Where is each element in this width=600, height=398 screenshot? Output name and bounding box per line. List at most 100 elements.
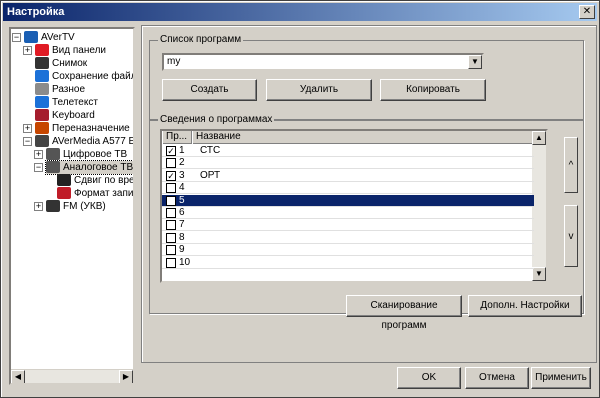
tree-item[interactable]: AVerMedia A577 Expr — [35, 135, 135, 148]
program-row[interactable]: 2 — [162, 157, 534, 170]
program-row[interactable]: 8 — [162, 232, 534, 244]
program-name: СТС — [200, 145, 221, 156]
program-row[interactable]: 10 — [162, 257, 534, 269]
tree-item[interactable]: Формат запи — [57, 187, 133, 200]
ok-button[interactable]: OK — [397, 367, 461, 389]
analog-tv-icon — [46, 161, 60, 174]
program-checkbox[interactable] — [166, 257, 176, 268]
tree-expander-icon[interactable]: + — [23, 46, 32, 55]
grid-header: Пр... Название — [162, 131, 534, 144]
settings-tree: − AVerTV + Вид панели Снимок Сохранение файло… — [9, 27, 135, 385]
tree-item-label: AVerMedia A577 Expr — [52, 136, 135, 147]
tree-expander-icon[interactable]: + — [34, 202, 43, 211]
tree-expander-icon[interactable]: + — [23, 124, 32, 133]
tree-item-label: Телетекст — [52, 97, 98, 108]
teletext-icon — [35, 96, 49, 109]
program-list-value: my — [167, 56, 181, 67]
program-info-legend: Сведения о программах — [158, 114, 275, 125]
program-number: 2 — [179, 157, 185, 169]
program-row[interactable]: 4 — [162, 182, 534, 195]
tree-item[interactable]: Аналоговое ТВ — [44, 160, 134, 175]
tree-item-label: Аналоговое ТВ — [63, 162, 134, 173]
program-row[interactable]: 5 — [162, 194, 534, 207]
tree-item-label: Цифровое ТВ — [63, 149, 128, 160]
program-checkbox[interactable] — [166, 245, 176, 256]
scroll-up-icon[interactable]: ▲ — [532, 131, 546, 145]
chevron-down-icon[interactable]: ▼ — [468, 55, 482, 69]
program-name: ОРТ — [200, 169, 221, 181]
tree-item-label: FM (УКВ) — [63, 201, 106, 212]
program-checkbox[interactable]: ✓ — [166, 170, 176, 181]
tree-item[interactable]: Keyboard — [35, 109, 95, 122]
program-number: 6 — [179, 207, 185, 218]
tree-expander-icon[interactable]: − — [23, 137, 32, 146]
tree-item-label: Keyboard — [52, 110, 95, 121]
tree-item-label: Переназначение пул — [52, 123, 133, 134]
scroll-down-icon[interactable]: ▼ — [532, 267, 546, 281]
program-row[interactable]: 6 — [162, 207, 534, 219]
settings-window: Настройка ✕ − AVerTV + Вид панели Снимок Сохр… — [0, 0, 600, 398]
tree-item[interactable]: Вид панели — [35, 44, 106, 57]
apply-button[interactable]: Применить — [531, 367, 591, 389]
title-bar: Настройка ✕ — [3, 3, 597, 21]
tree-item-label: Сохранение файлов — [52, 71, 133, 82]
program-row[interactable]: ✓ 3 ОРТ — [162, 170, 534, 182]
tv-icon — [24, 31, 38, 44]
keyboard-icon — [35, 109, 49, 122]
tree-item[interactable]: Разное — [35, 83, 85, 96]
program-checkbox[interactable] — [166, 208, 176, 218]
tree-item[interactable]: Цифровое ТВ — [46, 148, 127, 161]
remote-icon — [35, 122, 49, 135]
cancel-button[interactable]: Отмена — [465, 367, 529, 389]
scan-programs-button[interactable]: Сканирование программ — [346, 295, 462, 331]
tree-expander-icon[interactable]: − — [12, 33, 21, 42]
tree-item[interactable]: Снимок — [35, 57, 87, 70]
close-icon[interactable]: ✕ — [579, 5, 595, 19]
tree-item[interactable]: Телетекст — [35, 96, 98, 109]
move-up-button[interactable]: ^ — [564, 137, 578, 193]
program-number: 8 — [179, 231, 185, 243]
program-row[interactable]: ✓ 1 СТС — [162, 145, 534, 157]
program-list-group: Список программ my ▼ Создать Удалить Коп… — [149, 34, 584, 120]
program-info-group: Сведения о программах Пр... Название ▲ ▼… — [149, 114, 584, 331]
tree-expander-icon[interactable]: − — [34, 163, 43, 172]
program-row[interactable]: 7 — [162, 219, 534, 232]
move-down-button[interactable]: v — [564, 205, 578, 267]
program-grid: Пр... Название ▲ ▼ ✓ 1 СТС 2 ✓ 3 ОРТ 4 5 6 7 8 9 10 — [160, 129, 548, 283]
record-icon — [57, 187, 71, 200]
column-header-number[interactable]: Пр... — [162, 131, 192, 144]
advanced-settings-button[interactable]: Дополн. Настройки — [468, 295, 582, 317]
tree-expander-icon[interactable]: + — [34, 150, 43, 159]
grid-scrollbar[interactable]: ▲ ▼ — [532, 131, 546, 281]
program-checkbox[interactable] — [166, 232, 176, 243]
program-list-select[interactable]: my ▼ — [162, 53, 484, 71]
program-checkbox[interactable] — [166, 158, 176, 169]
program-number: 1 — [179, 145, 185, 156]
tree-item-label: Снимок — [52, 58, 88, 69]
settings-content: Список программ my ▼ Создать Удалить Коп… — [141, 25, 597, 363]
camera-icon — [35, 57, 49, 70]
program-row[interactable]: 9 — [162, 244, 534, 257]
tree-item[interactable]: Переназначение пул — [35, 122, 133, 135]
program-checkbox[interactable]: ✓ — [166, 146, 176, 156]
scroll-right-icon[interactable]: ▶ — [119, 370, 133, 383]
tree-item[interactable]: FM (УКВ) — [46, 200, 106, 213]
window-title: Настройка — [7, 6, 65, 18]
program-checkbox[interactable] — [166, 195, 176, 206]
scroll-left-icon[interactable]: ◀ — [11, 370, 25, 383]
tree-scrollbar[interactable]: ◀ ▶ — [11, 369, 133, 383]
program-number: 4 — [179, 182, 185, 194]
program-list-legend: Список программ — [158, 34, 244, 45]
create-button[interactable]: Создать — [162, 79, 257, 101]
tools-icon — [35, 83, 49, 96]
column-header-name[interactable]: Название — [192, 131, 534, 144]
tree-item[interactable]: Сохранение файлов — [35, 70, 133, 83]
tree-item[interactable]: AVerTV — [24, 31, 75, 44]
tree-item[interactable]: Сдвиг по вре — [57, 174, 133, 187]
delete-button[interactable]: Удалить — [266, 79, 372, 101]
program-number: 3 — [179, 169, 185, 181]
program-checkbox[interactable] — [166, 183, 176, 194]
disk-icon — [35, 70, 49, 83]
program-checkbox[interactable] — [166, 220, 176, 231]
copy-button[interactable]: Копировать — [380, 79, 486, 101]
